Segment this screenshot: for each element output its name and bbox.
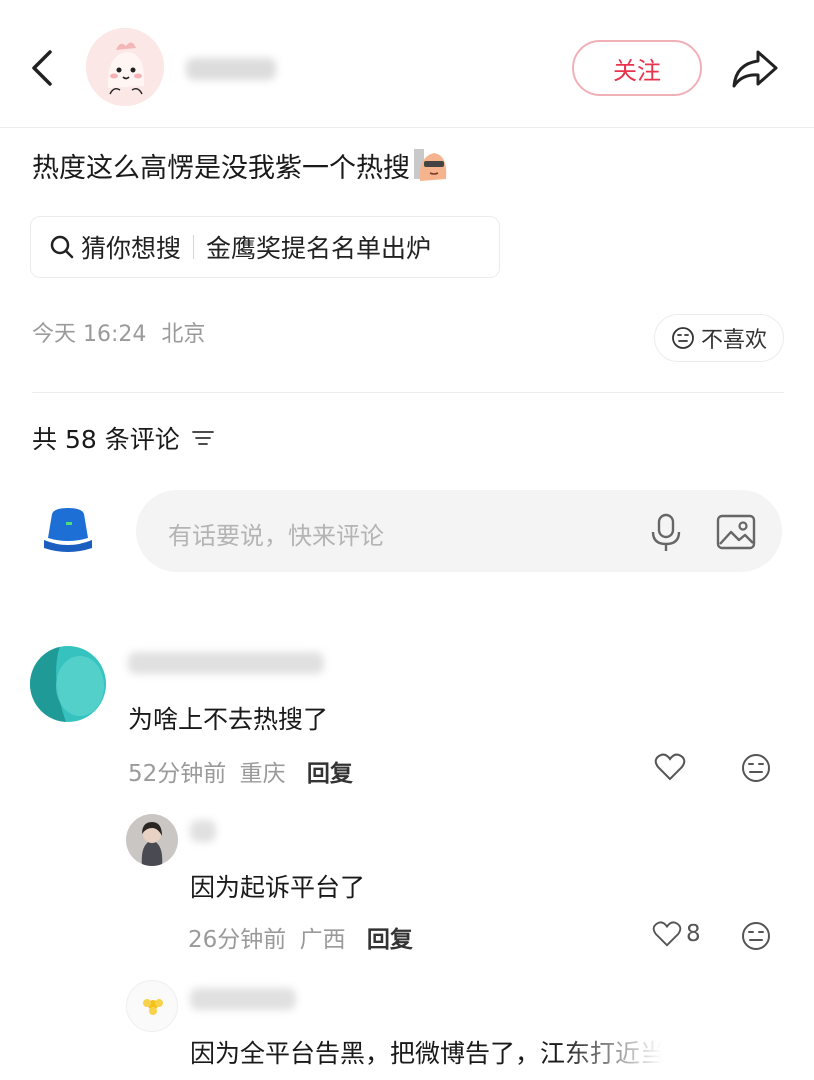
heart-icon [652, 921, 682, 947]
post-location: 北京 [161, 322, 206, 347]
comment-text: 为啥上不去热搜了 [128, 705, 329, 734]
like-button[interactable] [654, 752, 686, 782]
reply-name[interactable] [190, 988, 296, 1010]
reply-meta: 26分钟前 广西 回复 [188, 920, 413, 954]
comment-meta: 52分钟前 重庆 回复 [128, 754, 353, 788]
post-text: 热度这么高愣是没我紫一个热搜 [32, 146, 450, 185]
text-blur-overlay [560, 1022, 814, 1080]
guess-label: 猜你想搜 [81, 234, 182, 263]
follow-button[interactable]: 关注 [572, 40, 702, 96]
reply-avatar[interactable] [126, 980, 178, 1032]
comment-location: 重庆 [239, 761, 286, 787]
post-text-content: 热度这么高愣是没我紫一个热搜 [32, 153, 410, 184]
top-bar: 关注 [0, 0, 814, 128]
comment-input[interactable]: 有话要说，快来评论 [136, 490, 782, 572]
guess-separator [193, 235, 195, 259]
search-icon [50, 235, 74, 259]
guess-search-chip[interactable]: 猜你想搜 金鹰奖提名名单出炉 [30, 216, 500, 278]
reply-time: 26分钟前 [188, 927, 287, 953]
share-icon[interactable] [728, 46, 780, 90]
sort-icon[interactable] [191, 429, 214, 447]
like-count: 8 [686, 921, 701, 947]
reply-location: 广西 [299, 927, 346, 953]
my-avatar-hat-icon[interactable] [40, 504, 96, 556]
dislike-face-icon[interactable] [740, 920, 772, 952]
dislike-face-icon[interactable] [740, 752, 772, 784]
comment-time: 52分钟前 [128, 761, 227, 787]
comments-count-label: 共 58 条评论 [32, 425, 180, 454]
author-avatar[interactable] [86, 28, 164, 106]
divider [32, 392, 784, 393]
reply-avatar[interactable] [126, 814, 178, 866]
commenter-name[interactable] [128, 652, 324, 674]
comments-count: 共 58 条评论 [32, 420, 214, 456]
back-arrow-icon[interactable] [26, 46, 58, 90]
reply-button[interactable]: 回复 [367, 927, 413, 953]
microphone-icon[interactable] [644, 510, 688, 554]
reply-name[interactable] [190, 820, 216, 842]
heart-icon [654, 753, 686, 781]
commenter-avatar[interactable] [30, 646, 106, 722]
image-icon[interactable] [714, 510, 758, 554]
like-button[interactable]: 8 [652, 920, 701, 948]
comment-placeholder: 有话要说，快来评论 [168, 522, 384, 550]
sunglasses-emoji-icon [414, 148, 447, 181]
post-time: 今天 16:24 [32, 322, 147, 347]
author-name[interactable] [186, 58, 276, 80]
reply-button[interactable]: 回复 [307, 761, 353, 787]
dislike-label: 不喜欢 [700, 328, 767, 353]
dislike-button[interactable]: 不喜欢 [654, 314, 784, 362]
guess-query: 金鹰奖提名名单出炉 [206, 234, 432, 263]
neutral-face-icon [672, 327, 694, 349]
reply-text: 因为起诉平台了 [190, 873, 366, 902]
post-meta: 今天 16:24 北京 [32, 316, 205, 348]
